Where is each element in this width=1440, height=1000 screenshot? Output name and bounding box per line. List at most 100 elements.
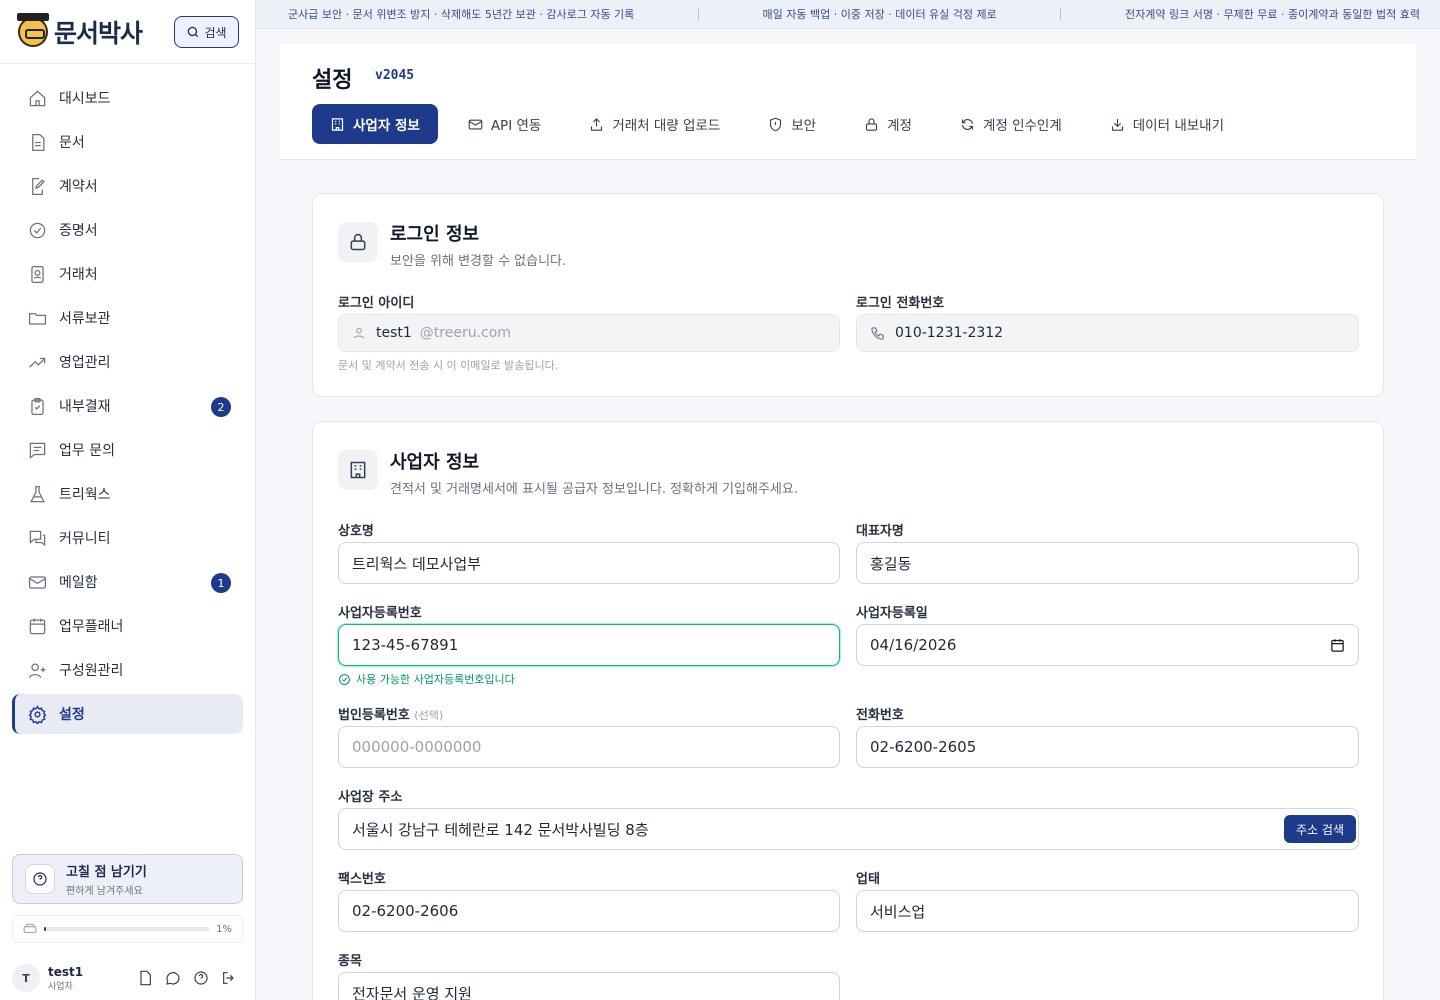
sidebar-item-label: 업무 문의 xyxy=(59,443,115,459)
tab-label: 거래처 대량 업로드 xyxy=(612,118,721,134)
tab-export[interactable]: 데이터 내보내기 xyxy=(1092,104,1242,144)
login-id-value: test1 xyxy=(376,325,412,341)
help-icon[interactable] xyxy=(193,970,209,986)
clipboard-check-icon xyxy=(26,395,48,417)
folder-icon xyxy=(26,307,48,329)
sidebar-item-approval[interactable]: 내부결재 2 xyxy=(12,386,243,426)
business-type-field[interactable]: 서비스업 xyxy=(856,890,1359,932)
sidebar-item-label: 구성원관리 xyxy=(59,663,124,679)
login-info-panel: 로그인 정보 보안을 위해 변경할 수 없습니다. 로그인 아이디 test1 … xyxy=(312,193,1384,397)
business-item-label: 종목 xyxy=(338,954,362,969)
corporate-number-label-text: 법인등록번호 xyxy=(338,708,410,723)
login-phone-field: 010-1231-2312 xyxy=(856,314,1359,352)
divider xyxy=(0,63,255,64)
business-number-field[interactable]: 123-45-67891 xyxy=(338,624,840,666)
avatar[interactable]: T xyxy=(12,964,40,992)
business-type-label: 업태 xyxy=(856,872,880,887)
upload-icon xyxy=(591,117,603,131)
business-type-value: 서비스업 xyxy=(870,902,926,921)
sidebar-item-label: 영업관리 xyxy=(59,355,111,371)
panel-title: 사업자 정보 xyxy=(390,452,480,473)
storage-usage: 1% xyxy=(12,915,243,943)
tab-business-info[interactable]: 사업자 정보 xyxy=(312,104,438,144)
tab-api[interactable]: API 연동 xyxy=(450,104,560,144)
contract-edit-icon xyxy=(26,175,48,197)
tab-security[interactable]: 보안 xyxy=(750,104,834,144)
login-id-label: 로그인 아이디 xyxy=(338,296,415,311)
brand-logo[interactable]: 문서박사 xyxy=(17,13,143,50)
tab-bulk-upload[interactable]: 거래처 대량 업로드 xyxy=(571,104,738,144)
login-phone-value: 010-1231-2312 xyxy=(895,325,1004,341)
calendar-icon[interactable] xyxy=(1330,638,1345,653)
search-button-label: 검색 xyxy=(204,25,227,40)
sidebar-item-contracts[interactable]: 계약서 xyxy=(12,166,243,206)
page-title: 설정 xyxy=(312,68,353,93)
sidebar-item-archive[interactable]: 서류보관 xyxy=(12,298,243,338)
user-profile: T test1 사업자 xyxy=(12,958,243,998)
chat-icon[interactable] xyxy=(165,970,181,986)
sidebar-item-documents[interactable]: 문서 xyxy=(12,122,243,162)
corporate-number-placeholder: 000000-0000000 xyxy=(352,738,482,756)
company-name-field[interactable]: 트리웍스 데모사업부 xyxy=(338,542,840,584)
count-badge: 2 xyxy=(211,397,231,417)
sidebar-item-planner[interactable]: 업무플래너 xyxy=(12,606,243,646)
sidebar-item-inquiry[interactable]: 업무 문의 xyxy=(12,430,243,470)
sidebar-item-mailbox[interactable]: 메일함 1 xyxy=(12,562,243,602)
business-info-panel: 사업자 정보 견적서 및 거래명세서에 표시될 공급자 정보입니다. 정확하게 … xyxy=(312,421,1384,1000)
divider xyxy=(1060,8,1062,20)
tab-account[interactable]: 계정 xyxy=(846,104,930,144)
business-item-field[interactable]: 전자문서 운영 지원 xyxy=(338,972,840,1000)
banner-contract-text: 전자계약 링크 서명 · 무제한 무료 · 종이계약과 동일한 법적 효력 xyxy=(1125,8,1420,21)
address-search-button[interactable]: 주소 검색 xyxy=(1284,815,1356,843)
panel-subtitle: 보안을 위해 변경할 수 없습니다. xyxy=(390,254,567,269)
sidebar-item-label: 거래처 xyxy=(59,267,98,283)
sidebar-item-settings[interactable]: 설정 xyxy=(12,694,243,734)
ceo-name-label: 대표자명 xyxy=(856,524,904,539)
feedback-subtitle: 편하게 남겨주세요 xyxy=(66,886,143,897)
tab-label: API 연동 xyxy=(490,118,542,134)
trend-up-icon xyxy=(26,351,48,373)
document-icon[interactable] xyxy=(137,970,153,986)
storage-progress-bar xyxy=(44,927,210,931)
company-name-value: 트리웍스 데모사업부 xyxy=(352,554,481,573)
calendar-icon xyxy=(26,615,48,637)
address-label: 사업장 주소 xyxy=(338,790,403,805)
ceo-name-field[interactable]: 홍길동 xyxy=(856,542,1359,584)
panel-subtitle: 견적서 및 거래명세서에 표시될 공급자 정보입니다. 정확하게 기입해주세요. xyxy=(390,482,798,497)
sidebar-nav: 대시보드 문서 계약서 증명서 거래처 서류보관 영업관리 내부결재 2 업무 … xyxy=(12,78,243,738)
sidebar-item-certificates[interactable]: 증명서 xyxy=(12,210,243,250)
sidebar-item-label: 대시보드 xyxy=(59,91,111,107)
sidebar-item-label: 트리웍스 xyxy=(59,487,111,503)
login-id-field: test1 @treeru.com xyxy=(338,314,840,352)
brand-name: 문서박사 xyxy=(54,19,143,48)
sidebar-item-clients[interactable]: 거래처 xyxy=(12,254,243,294)
sidebar-item-dashboard[interactable]: 대시보드 xyxy=(12,78,243,118)
download-icon xyxy=(1111,118,1123,131)
sidebar-item-sales[interactable]: 영업관리 xyxy=(12,342,243,382)
phone-field[interactable]: 02-6200-2605 xyxy=(856,726,1359,768)
phone-icon xyxy=(871,326,884,340)
banner-security-text: 군사급 보안 · 문서 위변조 방지 · 삭제해도 5년간 보관 · 감사로그 … xyxy=(288,8,635,21)
address-field[interactable]: 서울시 강남구 테헤란로 142 문서박사빌딩 8층 주소 검색 xyxy=(338,808,1359,850)
tab-label: 사업자 정보 xyxy=(353,118,420,134)
storage-percent: 1% xyxy=(216,923,232,935)
contact-card-icon xyxy=(26,263,48,285)
corporate-number-field[interactable]: 000000-0000000 xyxy=(338,726,840,768)
user-name: test1 xyxy=(48,964,84,979)
sidebar-item-community[interactable]: 커뮤니티 xyxy=(12,518,243,558)
sidebar-item-members[interactable]: 구성원관리 xyxy=(12,650,243,690)
sidebar-item-treeworks[interactable]: 트리웍스 xyxy=(12,474,243,514)
sidebar-item-label: 증명서 xyxy=(59,223,98,239)
registration-date-field[interactable]: 04/16/2026 xyxy=(856,624,1359,666)
settings-header: 설정 v2045 사업자 정보 API 연동 거래처 대량 업로드 보안 계정 xyxy=(280,44,1416,160)
logout-icon[interactable] xyxy=(221,970,237,986)
tab-handover[interactable]: 계정 인수인계 xyxy=(942,104,1080,144)
login-phone-label: 로그인 전화번호 xyxy=(856,296,945,311)
count-badge: 1 xyxy=(211,573,231,593)
fax-field[interactable]: 02-6200-2606 xyxy=(338,890,840,932)
feedback-button[interactable]: 고칠 점 남기기 편하게 남겨주세요 xyxy=(12,854,243,904)
building-icon xyxy=(338,450,378,490)
flask-icon xyxy=(26,483,48,505)
search-button[interactable]: 검색 xyxy=(174,16,239,48)
registration-date-label: 사업자등록일 xyxy=(856,606,928,621)
